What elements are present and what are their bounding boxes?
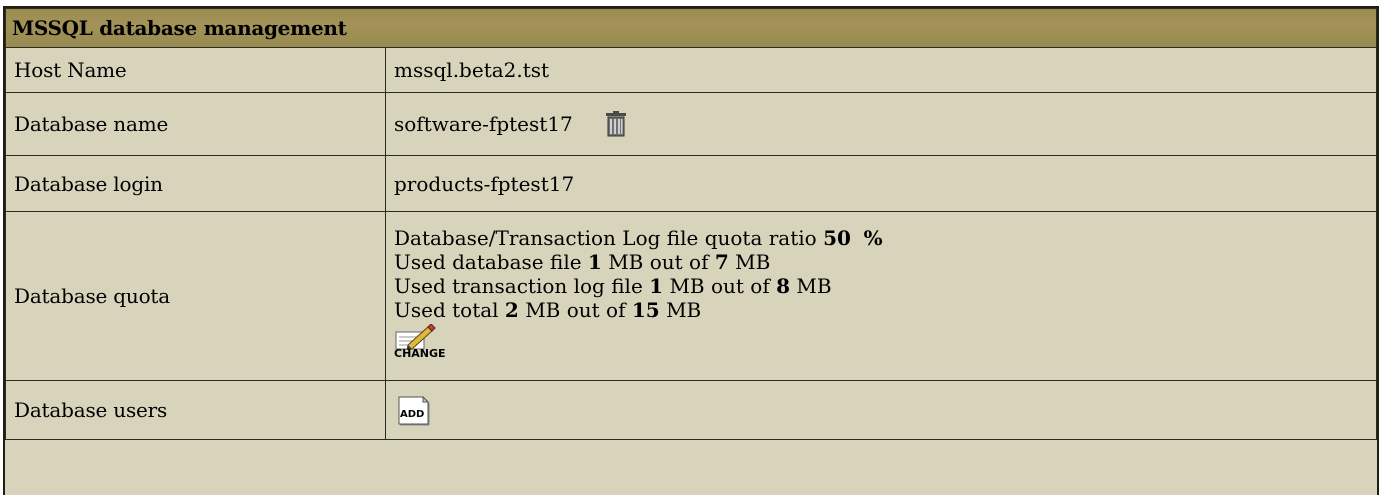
quota-total-line: Used total 2 MB out of 15 MB [394, 298, 1370, 322]
log-file-mid: MB out of [669, 273, 770, 298]
database-users-label: Database users [5, 380, 386, 440]
change-quota-label: CHANGE [394, 346, 446, 360]
total-used: 2 [504, 297, 519, 322]
log-file-total: 8 [776, 273, 791, 298]
pencil-edit-icon [395, 323, 436, 350]
db-file-unit: MB [735, 249, 771, 274]
table-row-database-quota: Database quota Database/Transaction Log … [5, 211, 1377, 381]
db-file-used: 1 [587, 249, 602, 274]
db-file-total: 7 [714, 249, 729, 274]
add-database-user-label: ADD [400, 409, 425, 420]
panel-title: MSSQL database management [5, 8, 1377, 48]
database-login-label: Database login [5, 155, 386, 212]
panel-header-row: MSSQL database management [5, 8, 1377, 48]
total-unit: MB [666, 297, 702, 322]
delete-database-button[interactable] [605, 111, 627, 137]
mssql-management-panel: MSSQL database management Host Name mssq… [3, 6, 1379, 495]
database-login-value: products-fptest17 [385, 155, 1377, 212]
quota-ratio-value: 50 [823, 225, 851, 250]
table-row-host: Host Name mssql.beta2.tst [5, 47, 1377, 93]
quota-log-file-line: Used transaction log file 1 MB out of 8 … [394, 274, 1370, 298]
db-file-prefix: Used database file [394, 249, 582, 274]
host-name-value: mssql.beta2.tst [385, 47, 1377, 93]
quota-ratio-prefix: Database/Transaction Log file quota rati… [394, 225, 817, 250]
database-name-cell: software-fptest17 [385, 92, 1377, 156]
host-name-label: Host Name [5, 47, 386, 93]
table-row-database-login: Database login products-fptest17 [5, 155, 1377, 212]
trash-icon [606, 111, 627, 137]
total-total: 15 [631, 297, 660, 322]
database-quota-cell: Database/Transaction Log file quota rati… [385, 211, 1377, 381]
total-prefix: Used total [394, 297, 499, 322]
log-file-prefix: Used transaction log file [394, 273, 643, 298]
change-quota-button[interactable]: CHANGE [394, 323, 446, 362]
quota-ratio-unit: % [863, 225, 883, 250]
database-name-label: Database name [5, 92, 386, 156]
table-row-database-name: Database name software-fptest17 [5, 92, 1377, 156]
log-file-unit: MB [796, 273, 832, 298]
table-row-database-users: Database users ADD [5, 380, 1377, 440]
database-name-value: software-fptest17 [394, 112, 573, 137]
db-file-mid: MB out of [608, 249, 709, 274]
total-mid: MB out of [525, 297, 626, 322]
add-database-user-button[interactable]: ADD [396, 393, 436, 427]
log-file-used: 1 [649, 273, 664, 298]
quota-db-file-line: Used database file 1 MB out of 7 MB [394, 250, 1370, 274]
quota-ratio-line: Database/Transaction Log file quota rati… [394, 226, 1370, 250]
database-users-cell: ADD [385, 380, 1377, 440]
database-quota-label: Database quota [5, 211, 386, 381]
mssql-properties-table: MSSQL database management Host Name mssq… [5, 8, 1377, 440]
